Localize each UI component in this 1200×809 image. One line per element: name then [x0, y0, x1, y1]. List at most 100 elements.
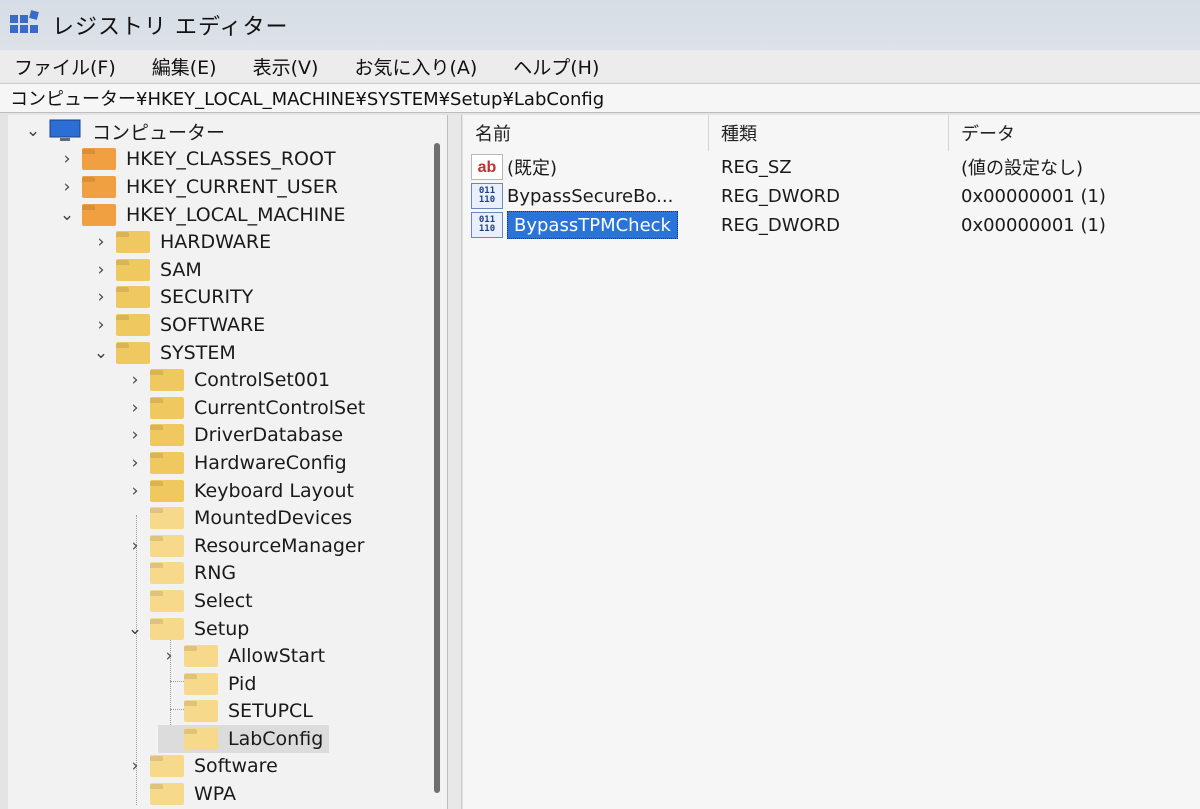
- value-name-cell[interactable]: 011 110 BypassSecureBo...: [471, 182, 673, 210]
- chevron-right-icon[interactable]: ›: [124, 369, 146, 391]
- chevron-right-icon[interactable]: ›: [124, 397, 146, 419]
- folder-icon: [116, 259, 150, 281]
- chevron-right-icon[interactable]: ›: [124, 480, 146, 502]
- tree-node-hkey-classes-root[interactable]: › HKEY_CLASSES_ROOT: [56, 145, 336, 173]
- tree-node-wpa[interactable]: WPA: [124, 780, 236, 808]
- tree-node-system[interactable]: ⌄ SYSTEM: [90, 339, 236, 367]
- folder-icon: [150, 369, 184, 391]
- chevron-right-icon[interactable]: ›: [90, 259, 112, 281]
- tree-node-hardwareconfig[interactable]: › HardwareConfig: [124, 449, 347, 477]
- tree-node-labconfig[interactable]: LabConfig: [158, 725, 330, 753]
- tree-node-keyboard-layout[interactable]: › Keyboard Layout: [124, 477, 354, 505]
- chevron-right-icon[interactable]: ›: [158, 645, 180, 667]
- address-path[interactable]: コンピューター¥HKEY_LOCAL_MACHINE¥SYSTEM¥Setup¥…: [10, 85, 604, 111]
- folder-icon: [150, 535, 184, 557]
- value-data-cell: 0x00000001 (1): [961, 185, 1106, 207]
- value-name-cell[interactable]: 011 110 BypassTPMCheck: [471, 211, 678, 239]
- folder-icon: [184, 645, 218, 667]
- chevron-right-icon[interactable]: ›: [124, 424, 146, 446]
- tree-node-setupcl[interactable]: SETUPCL: [158, 697, 313, 725]
- folder-icon: [150, 452, 184, 474]
- chevron-right-icon[interactable]: ›: [90, 286, 112, 308]
- chevron-down-icon[interactable]: ⌄: [56, 204, 78, 226]
- value-type-cell: REG_DWORD: [721, 214, 841, 236]
- chevron-down-icon[interactable]: ⌄: [22, 120, 44, 142]
- key-tree-pane[interactable]: ⌄ コンピューター › HKEY_CLASSES_ROOT › HKEY_CUR…: [8, 115, 448, 809]
- folder-icon: [150, 755, 184, 777]
- selected-value-name[interactable]: BypassTPMCheck: [507, 211, 678, 239]
- value-data-cell: 0x00000001 (1): [961, 214, 1106, 236]
- folder-icon: [150, 618, 184, 640]
- column-header-type[interactable]: 種類: [709, 115, 949, 151]
- chevron-right-icon[interactable]: ›: [56, 148, 78, 170]
- value-row-selected[interactable]: 011 110 BypassTPMCheck REG_DWORD 0x000000…: [463, 211, 1200, 239]
- folder-icon: [184, 728, 218, 750]
- folder-icon: [82, 176, 116, 198]
- value-row[interactable]: ab (既定) REG_SZ (値の設定なし): [463, 153, 1200, 181]
- value-type-cell: REG_SZ: [721, 156, 792, 178]
- tree-node-sam[interactable]: › SAM: [90, 256, 202, 284]
- tree-node-select[interactable]: Select: [124, 587, 253, 615]
- value-row[interactable]: 011 110 BypassSecureBo... REG_DWORD 0x000…: [463, 182, 1200, 210]
- tree-node-driverdatabase[interactable]: › DriverDatabase: [124, 421, 343, 449]
- dword-value-icon: 011 110: [471, 212, 503, 238]
- tree-node-resourcemanager[interactable]: › ResourceManager: [124, 532, 364, 560]
- pane-splitter[interactable]: [448, 115, 462, 809]
- column-header-data[interactable]: データ: [949, 115, 1200, 151]
- tree-node-setup[interactable]: ⌄ Setup: [124, 615, 249, 643]
- folder-icon: [116, 314, 150, 336]
- tree-node-controlset001[interactable]: › ControlSet001: [124, 366, 330, 394]
- folder-icon: [116, 286, 150, 308]
- tree-node-software[interactable]: › SOFTWARE: [90, 311, 265, 339]
- menu-view[interactable]: 表示(V): [253, 53, 319, 80]
- tree-node-currentcontrolset[interactable]: › CurrentControlSet: [124, 394, 365, 422]
- tree-node-hardware[interactable]: › HARDWARE: [90, 228, 271, 256]
- folder-icon: [82, 148, 116, 170]
- tree-node-allowstart[interactable]: › AllowStart: [158, 642, 325, 670]
- folder-icon: [116, 231, 150, 253]
- tree-scrollbar[interactable]: [434, 143, 440, 793]
- value-data-cell: (値の設定なし): [961, 158, 1084, 179]
- folder-icon: [184, 673, 218, 695]
- address-bar[interactable]: コンピューター¥HKEY_LOCAL_MACHINE¥SYSTEM¥Setup¥…: [0, 83, 1200, 113]
- registry-editor-icon: [8, 9, 40, 41]
- value-name-cell[interactable]: ab (既定): [471, 153, 557, 181]
- folder-icon: [82, 204, 116, 226]
- folder-icon: [150, 562, 184, 584]
- chevron-down-icon[interactable]: ⌄: [90, 342, 112, 364]
- menu-bar: ファイル(F) 編集(E) 表示(V) お気に入り(A) ヘルプ(H): [0, 50, 1200, 82]
- tree-node-pid[interactable]: Pid: [158, 670, 256, 698]
- folder-icon: [150, 783, 184, 805]
- tree-node-security[interactable]: › SECURITY: [90, 283, 253, 311]
- menu-favorites[interactable]: お気に入り(A): [354, 53, 477, 80]
- folder-icon: [116, 342, 150, 364]
- dword-value-icon: 011 110: [471, 183, 503, 209]
- tree-node-mounteddevices[interactable]: MountedDevices: [124, 504, 352, 532]
- computer-icon: [48, 119, 82, 143]
- string-value-icon: ab: [471, 154, 503, 180]
- tree-node-computer[interactable]: ⌄ コンピューター: [22, 117, 225, 145]
- value-type-cell: REG_DWORD: [721, 185, 841, 207]
- tree-node-hkey-current-user[interactable]: › HKEY_CURRENT_USER: [56, 173, 338, 201]
- chevron-right-icon[interactable]: ›: [56, 176, 78, 198]
- tree-node-software-system[interactable]: › Software: [124, 752, 278, 780]
- tree-node-hkey-local-machine[interactable]: ⌄ HKEY_LOCAL_MACHINE: [56, 201, 346, 229]
- folder-icon: [150, 590, 184, 612]
- menu-file[interactable]: ファイル(F): [14, 53, 116, 80]
- title-bar: レジストリ エディター: [0, 0, 1200, 50]
- chevron-right-icon[interactable]: ›: [90, 314, 112, 336]
- chevron-right-icon[interactable]: ›: [124, 535, 146, 557]
- chevron-right-icon[interactable]: ›: [124, 452, 146, 474]
- window-title: レジストリ エディター: [52, 15, 289, 40]
- chevron-right-icon[interactable]: ›: [90, 231, 112, 253]
- folder-icon: [150, 480, 184, 502]
- menu-help[interactable]: ヘルプ(H): [513, 53, 599, 80]
- menu-edit[interactable]: 編集(E): [152, 53, 217, 80]
- folder-icon: [184, 700, 218, 722]
- folder-icon: [150, 507, 184, 529]
- value-list-pane[interactable]: 名前 種類 データ ab (既定) REG_SZ (値の設定なし) 011 110…: [463, 115, 1200, 809]
- chevron-right-icon[interactable]: ›: [124, 755, 146, 777]
- tree-node-rng[interactable]: RNG: [124, 559, 236, 587]
- chevron-down-icon[interactable]: ⌄: [124, 618, 146, 640]
- column-header-name[interactable]: 名前: [463, 115, 709, 151]
